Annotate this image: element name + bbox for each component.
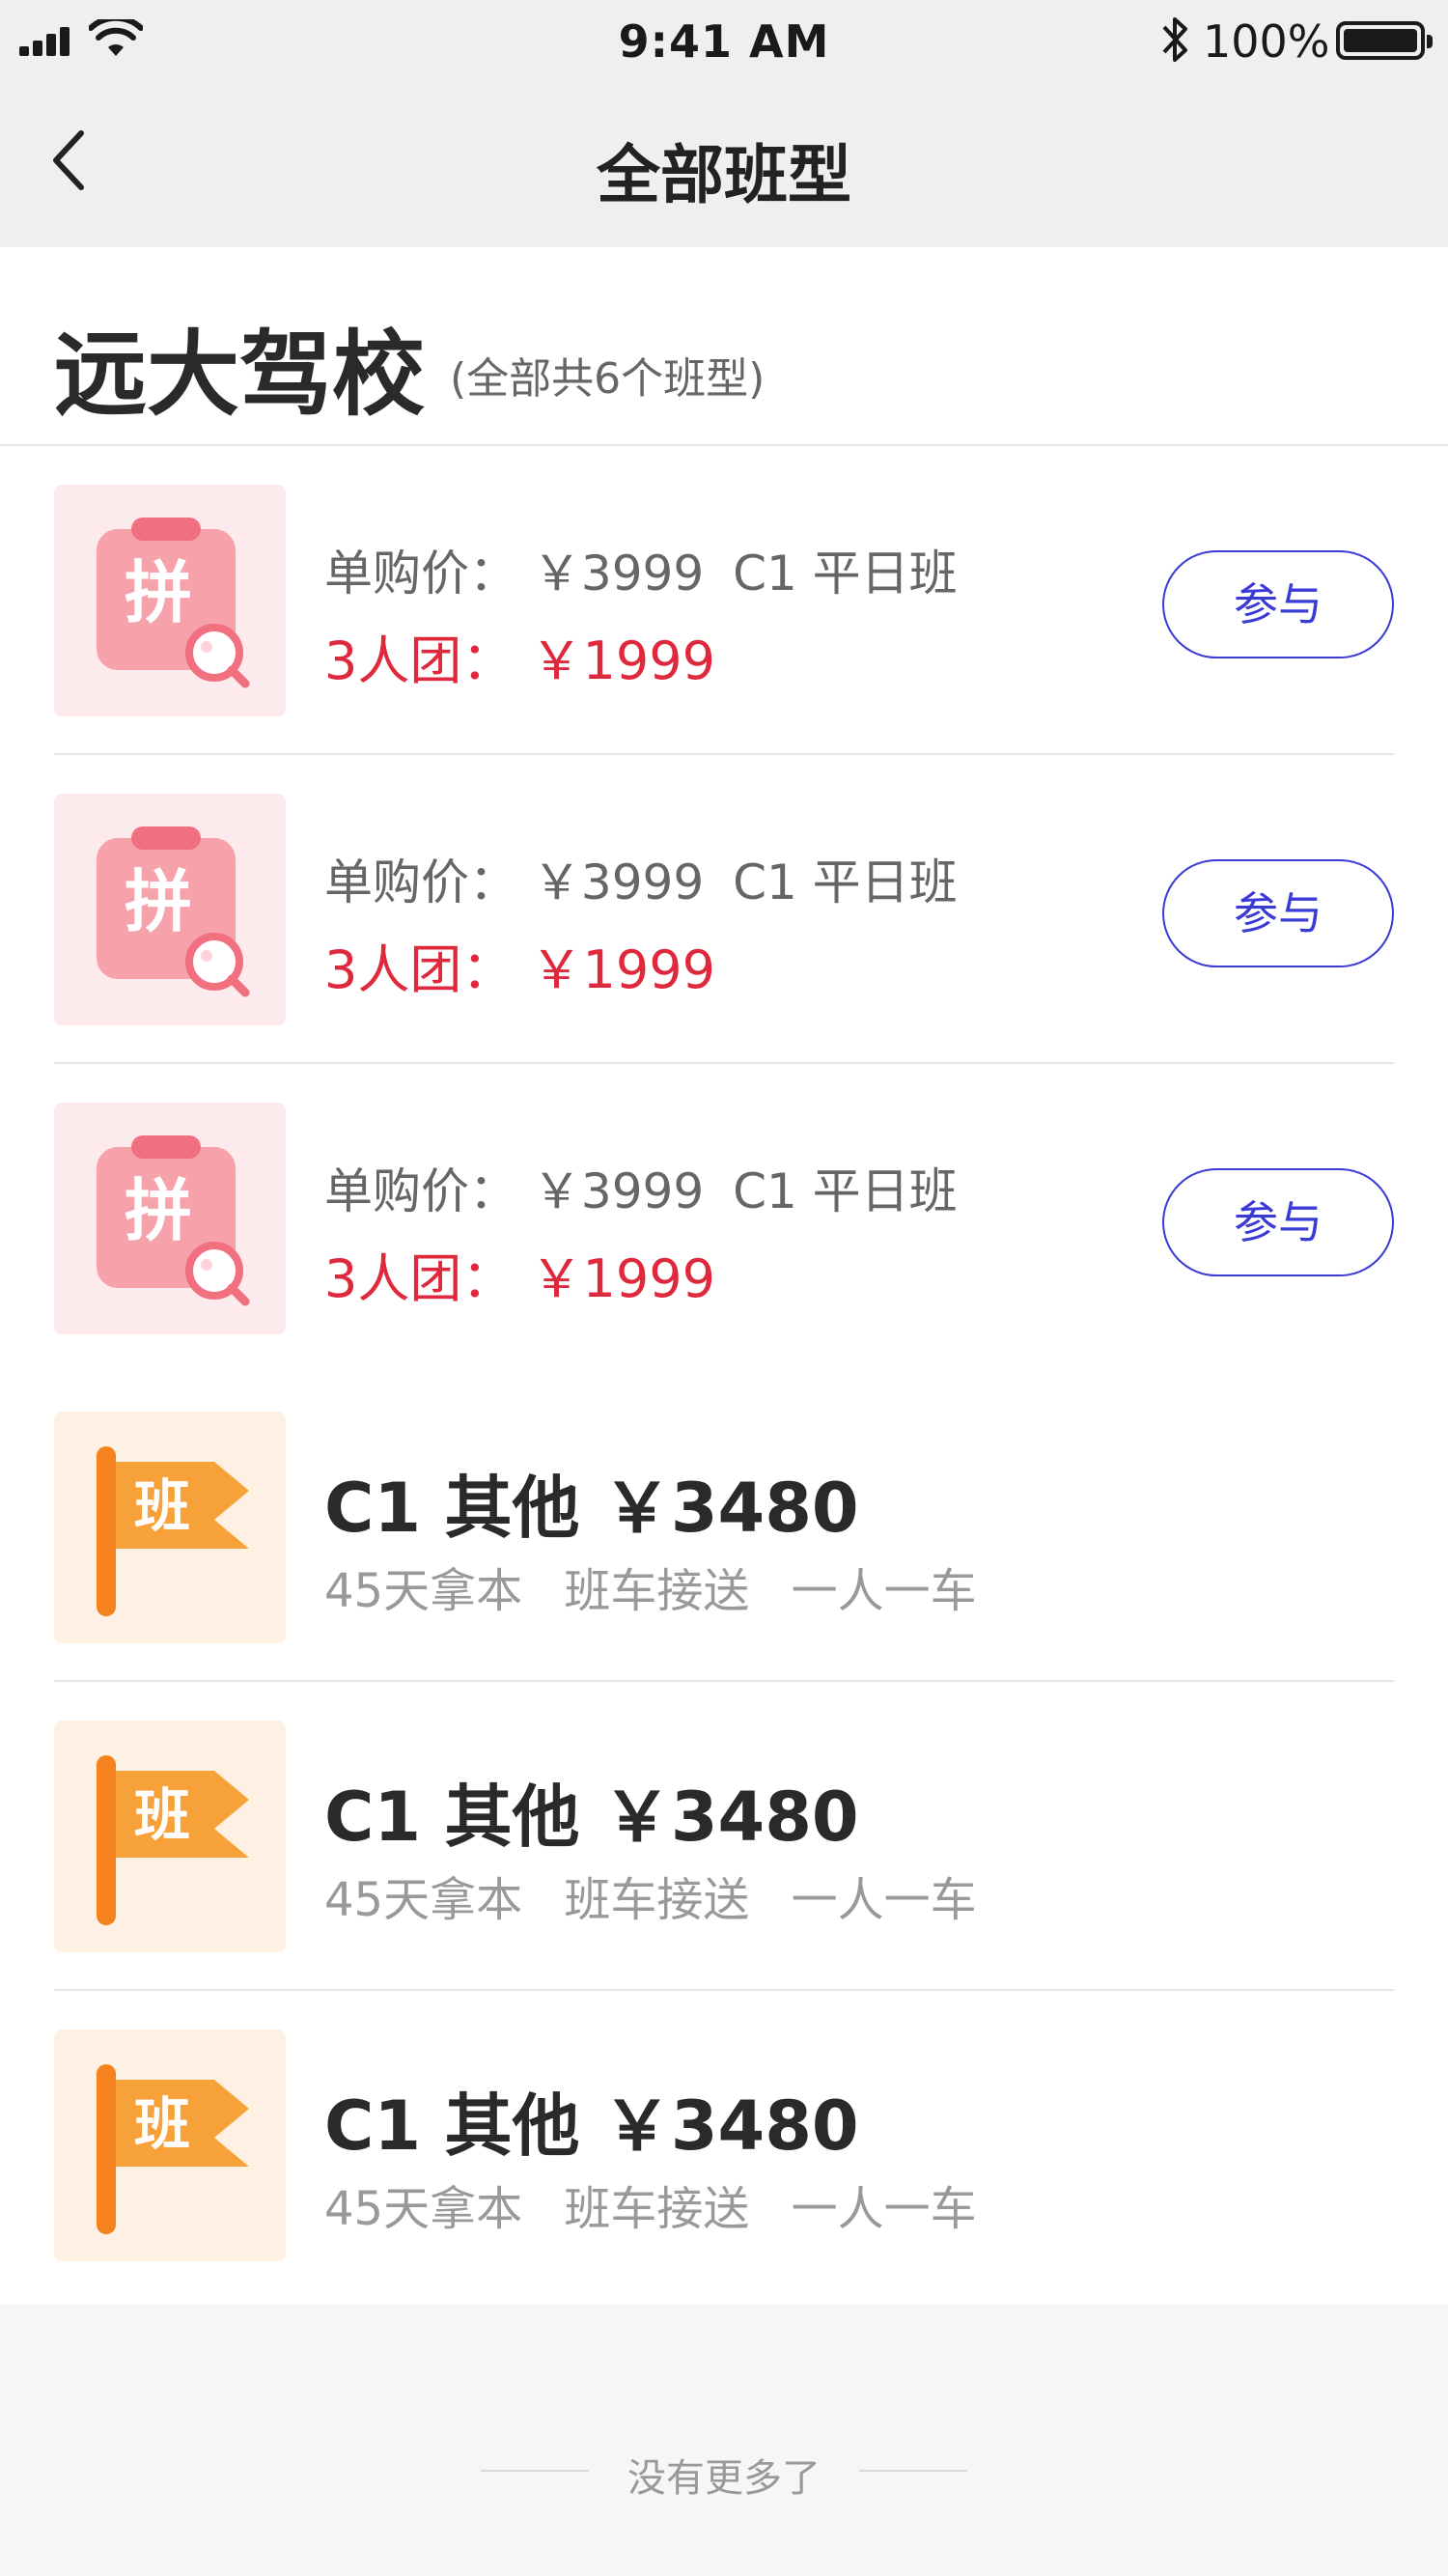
join-button[interactable]: 参与 bbox=[1162, 859, 1394, 967]
flag-icon: 班 bbox=[97, 1755, 249, 1925]
flag-icon: 班 bbox=[97, 2064, 249, 2234]
group-deal-row[interactable]: 拼 单购价： ￥3999 C1 平日班 3人团： ￥1999 参与 bbox=[54, 446, 1394, 755]
single-price: ￥3999 bbox=[532, 1163, 705, 1219]
class-row[interactable]: 班 C1 其他 ￥3480 45天拿本 班车接送 一人一车 bbox=[54, 1373, 1394, 1682]
single-price-line: 单购价： ￥3999 C1 平日班 bbox=[324, 844, 958, 913]
single-price-line: 单购价： ￥3999 C1 平日班 bbox=[324, 535, 958, 604]
list-footer: 没有更多了 bbox=[0, 2304, 1448, 2576]
class-title: C1 其他 ￥3480 bbox=[324, 1778, 859, 1857]
group-price: ￥1999 bbox=[530, 939, 715, 1000]
class-thumbnail: 班 bbox=[54, 1412, 286, 1643]
class-count: (全部共6个班型) bbox=[450, 354, 766, 404]
group-deal-row[interactable]: 拼 单购价： ￥3999 C1 平日班 3人团： ￥1999 参与 bbox=[54, 1064, 1394, 1373]
top-bar: 9:41 AM 100% 全部班型 bbox=[0, 0, 1448, 247]
class-tag: 班车接送 bbox=[564, 2182, 750, 2236]
navigation-bar: 全部班型 bbox=[0, 83, 1448, 247]
flag-icon-glyph: 班 bbox=[134, 1473, 190, 1539]
class-name: C1 平日班 bbox=[733, 1163, 958, 1219]
class-tag: 45天拿本 bbox=[324, 1564, 523, 1618]
group-price-line: 3人团： ￥1999 bbox=[324, 927, 715, 1003]
status-bar: 9:41 AM 100% bbox=[0, 0, 1448, 83]
group-price-line: 3人团： ￥1999 bbox=[324, 1236, 715, 1312]
no-more-text: 没有更多了 bbox=[627, 2456, 821, 2501]
group-price-label: 3人团： bbox=[324, 939, 515, 1000]
class-row[interactable]: 班 C1 其他 ￥3480 45天拿本 班车接送 一人一车 bbox=[54, 1682, 1394, 1991]
group-buy-icon: 拼 bbox=[97, 518, 250, 688]
single-price-label: 单购价： bbox=[324, 854, 517, 910]
join-button[interactable]: 参与 bbox=[1162, 1168, 1394, 1276]
school-header: 远大驾校 (全部共6个班型) bbox=[0, 247, 1448, 446]
join-button[interactable]: 参与 bbox=[1162, 550, 1394, 658]
class-tag: 一人一车 bbox=[791, 2182, 977, 2236]
group-buy-icon-glyph: 拼 bbox=[125, 862, 192, 941]
class-tags: 45天拿本 班车接送 一人一车 bbox=[324, 2170, 1004, 2238]
class-tag: 一人一车 bbox=[791, 1873, 977, 1927]
flag-icon: 班 bbox=[97, 1446, 249, 1616]
class-name: C1 平日班 bbox=[733, 854, 958, 910]
bluetooth-icon bbox=[1162, 17, 1187, 62]
group-buy-thumbnail: 拼 bbox=[54, 485, 286, 716]
group-buy-icon-glyph: 拼 bbox=[125, 1171, 192, 1250]
class-thumbnail: 班 bbox=[54, 1721, 286, 1952]
single-price-label: 单购价： bbox=[324, 546, 517, 602]
group-price-line: 3人团： ￥1999 bbox=[324, 618, 715, 694]
group-deal-row[interactable]: 拼 单购价： ￥3999 C1 平日班 3人团： ￥1999 参与 bbox=[54, 755, 1394, 1064]
group-price-label: 3人团： bbox=[324, 1248, 515, 1309]
class-tag: 班车接送 bbox=[564, 1873, 750, 1927]
class-thumbnail: 班 bbox=[54, 2030, 286, 2261]
footer-divider-right bbox=[859, 2470, 967, 2472]
group-buy-icon-glyph: 拼 bbox=[125, 553, 192, 632]
group-buy-icon: 拼 bbox=[97, 826, 250, 997]
group-buy-thumbnail: 拼 bbox=[54, 794, 286, 1025]
class-tags: 45天拿本 班车接送 一人一车 bbox=[324, 1862, 1004, 1929]
flag-icon-glyph: 班 bbox=[134, 1782, 190, 1848]
school-name: 远大驾校 bbox=[54, 321, 425, 429]
page-title: 全部班型 bbox=[597, 138, 851, 212]
class-tag: 班车接送 bbox=[564, 1564, 750, 1618]
battery-icon bbox=[1336, 21, 1433, 60]
battery-percentage: 100% bbox=[1203, 15, 1330, 68]
single-price: ￥3999 bbox=[532, 854, 705, 910]
single-price-label: 单购价： bbox=[324, 1163, 517, 1219]
class-title: C1 其他 ￥3480 bbox=[324, 1469, 859, 1548]
single-price-line: 单购价： ￥3999 C1 平日班 bbox=[324, 1153, 958, 1222]
class-tags: 45天拿本 班车接送 一人一车 bbox=[324, 1553, 1004, 1620]
class-title: C1 其他 ￥3480 bbox=[324, 2086, 859, 2166]
class-tag: 45天拿本 bbox=[324, 2182, 523, 2236]
single-price: ￥3999 bbox=[532, 546, 705, 602]
class-tag: 45天拿本 bbox=[324, 1873, 523, 1927]
group-price: ￥1999 bbox=[530, 1248, 715, 1309]
group-price: ￥1999 bbox=[530, 630, 715, 691]
class-name: C1 平日班 bbox=[733, 546, 958, 602]
group-buy-icon: 拼 bbox=[97, 1135, 250, 1306]
class-row[interactable]: 班 C1 其他 ￥3480 45天拿本 班车接送 一人一车 bbox=[54, 1991, 1394, 2300]
class-list-panel: 远大驾校 (全部共6个班型) 拼 单购价： ￥3999 C1 平日班 3人团： … bbox=[0, 247, 1448, 2304]
group-buy-thumbnail: 拼 bbox=[54, 1103, 286, 1334]
flag-icon-glyph: 班 bbox=[134, 2091, 190, 2157]
group-price-label: 3人团： bbox=[324, 630, 515, 691]
class-tag: 一人一车 bbox=[791, 1564, 977, 1618]
